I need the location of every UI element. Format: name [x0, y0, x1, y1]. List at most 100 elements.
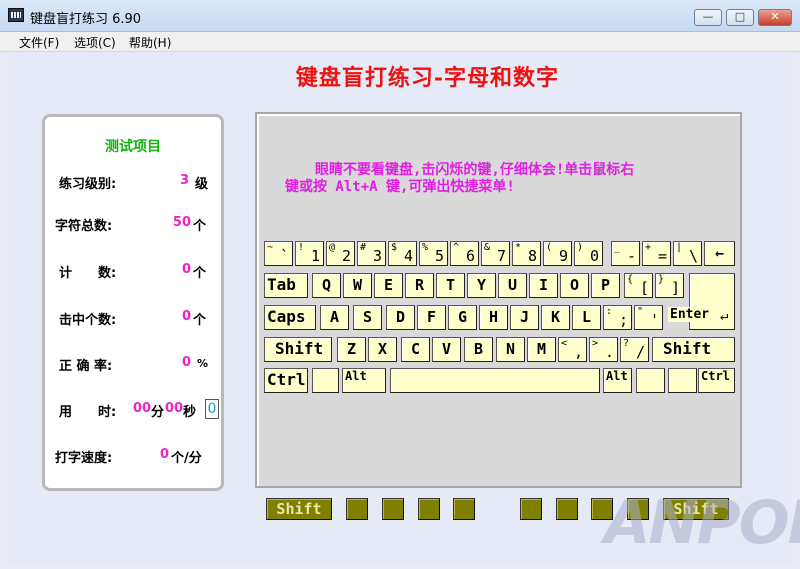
key-w[interactable]: W: [343, 273, 372, 298]
maximize-button[interactable]: □: [726, 9, 754, 26]
key-space[interactable]: [390, 368, 600, 393]
key-8[interactable]: * 8: [512, 241, 541, 266]
enter-arrow-icon: ↵: [720, 308, 729, 324]
key-left-win[interactable]: [312, 368, 339, 393]
menu-file[interactable]: 文件(F): [19, 34, 59, 51]
close-button[interactable]: ✕: [758, 9, 792, 26]
key-quote[interactable]: " ': [634, 305, 663, 330]
key-shift-char: ?: [623, 338, 630, 349]
menu-options[interactable]: 选项(C): [74, 34, 116, 51]
key-q[interactable]: Q: [312, 273, 341, 298]
key-slash[interactable]: ? /: [620, 337, 649, 362]
key-shift-char: |: [676, 242, 683, 253]
key-menu[interactable]: [668, 368, 697, 393]
total-chars-label: 字符总数:: [55, 219, 113, 234]
finger-left-pinky: [346, 498, 368, 520]
key-2[interactable]: @2: [326, 241, 355, 266]
key-right-alt[interactable]: Alt: [603, 368, 632, 393]
key-right-shift[interactable]: Shift: [652, 337, 735, 362]
key-right-win[interactable]: [636, 368, 665, 393]
key-right-ctrl[interactable]: Ctrl: [698, 368, 735, 393]
key-shift-char: }: [658, 274, 665, 285]
key-x[interactable]: X: [368, 337, 397, 362]
key-v[interactable]: V: [432, 337, 461, 362]
key-char: `: [279, 247, 289, 265]
key-e[interactable]: E: [374, 273, 403, 298]
key-period[interactable]: >.: [589, 337, 618, 362]
menu-help[interactable]: 帮助(H): [129, 34, 171, 51]
finger-right-middle: [556, 498, 578, 520]
key-backspace[interactable]: ←: [704, 241, 735, 266]
key-i[interactable]: I: [529, 273, 558, 298]
key-backslash[interactable]: | \: [673, 241, 702, 266]
key-a[interactable]: A: [320, 305, 349, 330]
key-g[interactable]: G: [448, 305, 477, 330]
time-label: 用 时:: [59, 405, 117, 420]
key-p[interactable]: P: [591, 273, 620, 298]
enter-label: Enter: [668, 307, 712, 322]
key-z[interactable]: Z: [337, 337, 366, 362]
key-left-alt[interactable]: Alt: [342, 368, 386, 393]
key-t[interactable]: T: [436, 273, 465, 298]
key-m[interactable]: M: [527, 337, 556, 362]
watermark-logo: ANPON: [604, 488, 800, 558]
key-k[interactable]: K: [541, 305, 570, 330]
key-3[interactable]: #3: [357, 241, 386, 266]
key-lbracket[interactable]: {[: [624, 273, 653, 298]
key-d[interactable]: D: [386, 305, 415, 330]
count-label: 计 数:: [59, 266, 117, 281]
key-s[interactable]: S: [353, 305, 382, 330]
key-y[interactable]: Y: [467, 273, 496, 298]
key-b[interactable]: B: [464, 337, 493, 362]
key-h[interactable]: H: [479, 305, 508, 330]
key-char: ;: [618, 311, 628, 329]
finger-left-middle: [418, 498, 440, 520]
finger-left-shift: Shift: [266, 498, 332, 520]
key-char: 0: [589, 247, 599, 265]
level-unit: 级: [195, 177, 209, 192]
menu-bar: 文件(F) 选项(C) 帮助(H): [0, 32, 800, 52]
key-f[interactable]: F: [417, 305, 446, 330]
key-shift-char: !: [298, 242, 305, 253]
accuracy-unit: %: [197, 357, 209, 370]
key-shift-char: %: [422, 242, 429, 253]
key-c[interactable]: C: [401, 337, 430, 362]
accuracy-label: 正 确 率:: [59, 359, 113, 374]
keyboard-app-icon: [8, 8, 24, 22]
page-title: 键盘盲打练习-字母和数字: [295, 65, 560, 91]
key-9[interactable]: (9: [543, 241, 572, 266]
key-6[interactable]: ^ 6: [450, 241, 479, 266]
key-0[interactable]: ) 0: [574, 241, 603, 266]
key-rbracket[interactable]: }]: [655, 273, 684, 298]
key-r[interactable]: R: [405, 273, 434, 298]
key-o[interactable]: O: [560, 273, 589, 298]
key-left-shift[interactable]: Shift: [264, 337, 332, 362]
key-4[interactable]: $4: [388, 241, 417, 266]
key-char: 5: [434, 247, 444, 265]
minimize-button[interactable]: —: [694, 9, 722, 26]
count-value: 0: [181, 262, 191, 277]
key-tab[interactable]: Tab: [264, 273, 308, 298]
key-equals[interactable]: + =: [642, 241, 671, 266]
key-semicolon[interactable]: :;: [603, 305, 632, 330]
key-1[interactable]: ! 1: [295, 241, 324, 266]
key-char: ,: [573, 343, 583, 361]
key-caps[interactable]: Caps: [264, 305, 316, 330]
key-minus[interactable]: _ -: [611, 241, 640, 266]
key-left-ctrl[interactable]: Ctrl: [264, 368, 308, 393]
key-enter[interactable]: Enter ↵: [668, 273, 735, 330]
key-l[interactable]: L: [572, 305, 601, 330]
finger-right-index: [520, 498, 542, 520]
key-char: =: [657, 247, 667, 265]
key-u[interactable]: U: [498, 273, 527, 298]
key-j[interactable]: J: [510, 305, 539, 330]
key-n[interactable]: N: [496, 337, 525, 362]
key-5[interactable]: % 5: [419, 241, 448, 266]
key-comma[interactable]: <,: [558, 337, 587, 362]
key-shift-char: :: [606, 306, 613, 317]
key-shift-char: $: [391, 242, 398, 253]
hint-line-2: 键或按 Alt+A 键,可弹出快捷菜单!: [285, 179, 515, 195]
key-backtick[interactable]: ~ `: [264, 241, 293, 266]
key-7[interactable]: & 7: [481, 241, 510, 266]
finger-left-index: [453, 498, 475, 520]
